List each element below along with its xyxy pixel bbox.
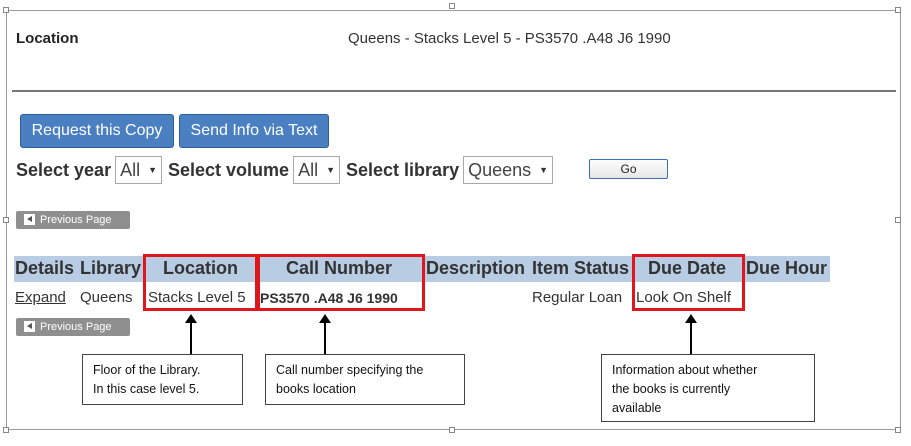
callout-floor-line: Floor of the Library. — [93, 363, 201, 377]
resize-handle-bottom-left[interactable] — [3, 427, 9, 433]
resize-handle-right[interactable] — [895, 217, 901, 223]
resize-handle-top-right[interactable] — [895, 7, 901, 13]
callout-floor-line: In this case level 5. — [93, 382, 200, 396]
previous-page-button[interactable]: Previous Page — [16, 211, 130, 229]
highlight-due-date — [632, 254, 745, 311]
location-value: Queens - Stacks Level 5 - PS3570 .A48 J6… — [348, 30, 671, 47]
header-item-status: Item Status — [532, 258, 630, 278]
callout-call-number-line: books location — [276, 382, 356, 396]
year-select[interactable]: All ▼ — [115, 156, 163, 184]
send-text-button[interactable]: Send Info via Text — [179, 114, 329, 148]
chevron-down-icon: ▼ — [326, 165, 336, 175]
resize-handle-bottom[interactable] — [449, 427, 455, 433]
header-description: Description — [426, 258, 526, 278]
callout-call-number: Call number specifying the books locatio… — [265, 354, 465, 405]
resize-handle-top[interactable] — [449, 3, 455, 9]
filter-row: Select year All ▼ Select volume All ▼ Se… — [16, 155, 559, 185]
header-details: Details — [15, 258, 75, 278]
volume-select[interactable]: All ▼ — [293, 156, 341, 184]
resize-handle-left[interactable] — [3, 217, 9, 223]
year-label: Select year — [16, 159, 112, 180]
highlight-location — [143, 254, 258, 311]
library-select-value: Queens — [468, 159, 532, 180]
request-copy-button[interactable]: Request this Copy — [20, 114, 174, 148]
library-label: Select library — [346, 159, 460, 180]
callout-availability: Information about whether the books is c… — [601, 354, 815, 422]
previous-page-button[interactable]: Previous Page — [16, 318, 130, 336]
callout-availability-line: available — [612, 401, 662, 415]
callout-availability-line: the books is currently — [612, 382, 731, 396]
location-label: Location — [16, 30, 79, 47]
arrow-up-icon — [185, 314, 197, 354]
previous-page-label: Previous Page — [40, 214, 112, 226]
chevron-left-icon — [24, 321, 35, 332]
arrow-up-icon — [685, 314, 697, 354]
callout-availability-line: Information about whether — [612, 363, 758, 377]
cell-item-status: Regular Loan — [532, 289, 623, 306]
chevron-left-icon — [24, 214, 35, 225]
arrow-up-icon — [319, 314, 331, 354]
divider — [12, 90, 896, 92]
volume-select-value: All — [298, 159, 319, 180]
resize-handle-bottom-right[interactable] — [895, 427, 901, 433]
callout-call-number-line: Call number specifying the — [276, 363, 424, 377]
expand-link[interactable]: Expand — [15, 289, 66, 306]
go-button[interactable]: Go — [589, 159, 668, 179]
callout-floor: Floor of the Library. In this case level… — [82, 354, 243, 405]
cell-library: Queens — [80, 289, 133, 306]
year-select-value: All — [120, 159, 141, 180]
library-select[interactable]: Queens ▼ — [463, 156, 554, 184]
previous-page-label: Previous Page — [40, 321, 112, 333]
highlight-call-number — [257, 254, 425, 311]
chevron-down-icon: ▼ — [539, 165, 549, 175]
resize-handle-top-left[interactable] — [3, 7, 9, 13]
header-library: Library — [80, 258, 142, 278]
volume-label: Select volume — [168, 159, 290, 180]
chevron-down-icon: ▼ — [148, 165, 158, 175]
header-due-hour: Due Hour — [746, 258, 827, 278]
